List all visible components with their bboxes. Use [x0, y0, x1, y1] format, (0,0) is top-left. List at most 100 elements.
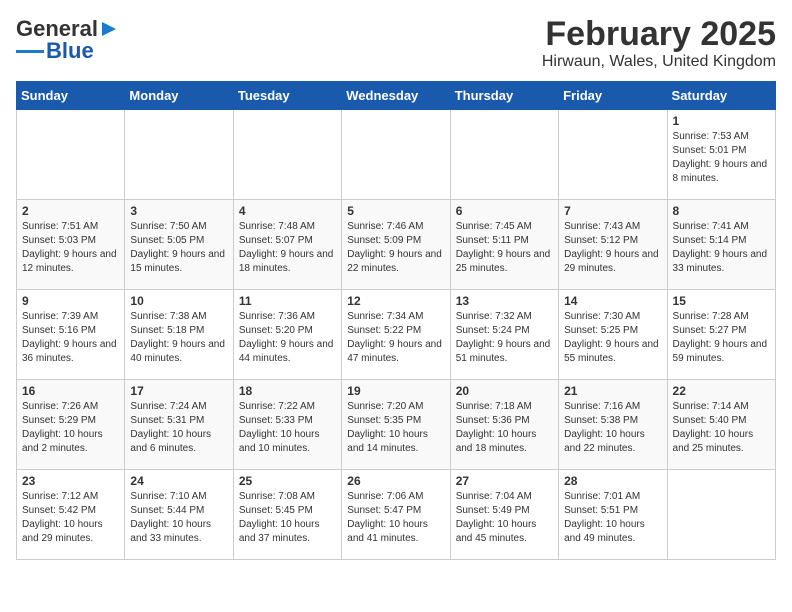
calendar-cell: 20 Sunrise: 7:18 AM Sunset: 5:36 PM Dayli… [450, 380, 558, 470]
day-number: 27 [456, 474, 553, 488]
day-info: Sunrise: 7:22 AM Sunset: 5:33 PM Dayligh… [239, 400, 336, 456]
calendar-cell: 14 Sunrise: 7:30 AM Sunset: 5:25 PM Dayli… [559, 290, 667, 380]
calendar-cell [342, 110, 450, 200]
day-number: 14 [564, 294, 661, 308]
col-wednesday: Wednesday [342, 82, 450, 110]
day-info: Sunrise: 7:53 AM Sunset: 5:01 PM Dayligh… [673, 130, 770, 186]
day-number: 25 [239, 474, 336, 488]
day-number: 21 [564, 384, 661, 398]
calendar-week-4: 16Sunrise: 7:26 AM Sunset: 5:29 PM Dayli… [17, 380, 776, 470]
calendar-cell: 6Sunrise: 7:45 AM Sunset: 5:11 PM Daylig… [450, 200, 558, 290]
day-info: Sunrise: 7:50 AM Sunset: 5:05 PM Dayligh… [130, 220, 227, 276]
day-number: 18 [239, 384, 336, 398]
calendar-cell: 19 Sunrise: 7:20 AM Sunset: 5:35 PM Dayli… [342, 380, 450, 470]
calendar-cell: 7 Sunrise: 7:43 AM Sunset: 5:12 PM Daylig… [559, 200, 667, 290]
calendar-table: Sunday Monday Tuesday Wednesday Thursday… [16, 81, 776, 560]
calendar-cell: 12 Sunrise: 7:34 AM Sunset: 5:22 PM Dayli… [342, 290, 450, 380]
col-sunday: Sunday [17, 82, 125, 110]
day-info: Sunrise: 7:32 AM Sunset: 5:24 PM Dayligh… [456, 310, 553, 366]
day-info: Sunrise: 7:51 AM Sunset: 5:03 PM Dayligh… [22, 220, 119, 276]
calendar-cell: 9Sunrise: 7:39 AM Sunset: 5:16 PM Daylig… [17, 290, 125, 380]
day-number: 11 [239, 294, 336, 308]
calendar-cell: 5 Sunrise: 7:46 AM Sunset: 5:09 PM Daylig… [342, 200, 450, 290]
day-info: Sunrise: 7:18 AM Sunset: 5:36 PM Dayligh… [456, 400, 553, 456]
day-info: Sunrise: 7:36 AM Sunset: 5:20 PM Dayligh… [239, 310, 336, 366]
day-info: Sunrise: 7:12 AM Sunset: 5:42 PM Dayligh… [22, 490, 119, 546]
calendar-week-1: 1 Sunrise: 7:53 AM Sunset: 5:01 PM Daylig… [17, 110, 776, 200]
day-info: Sunrise: 7:46 AM Sunset: 5:09 PM Dayligh… [347, 220, 444, 276]
calendar-cell [559, 110, 667, 200]
day-info: Sunrise: 7:14 AM Sunset: 5:40 PM Dayligh… [673, 400, 770, 456]
calendar-cell: 23 Sunrise: 7:12 AM Sunset: 5:42 PM Dayli… [17, 470, 125, 560]
day-info: Sunrise: 7:41 AM Sunset: 5:14 PM Dayligh… [673, 220, 770, 276]
day-info: Sunrise: 7:48 AM Sunset: 5:07 PM Dayligh… [239, 220, 336, 276]
calendar-cell: 1 Sunrise: 7:53 AM Sunset: 5:01 PM Daylig… [667, 110, 775, 200]
day-number: 28 [564, 474, 661, 488]
day-number: 12 [347, 294, 444, 308]
calendar-week-3: 9Sunrise: 7:39 AM Sunset: 5:16 PM Daylig… [17, 290, 776, 380]
day-number: 24 [130, 474, 227, 488]
col-thursday: Thursday [450, 82, 558, 110]
calendar-cell: 2 Sunrise: 7:51 AM Sunset: 5:03 PM Daylig… [17, 200, 125, 290]
day-number: 5 [347, 204, 444, 218]
day-info: Sunrise: 7:16 AM Sunset: 5:38 PM Dayligh… [564, 400, 661, 456]
page-header: General Blue February 2025 Hirwaun, Wale… [16, 16, 776, 71]
day-info: Sunrise: 7:06 AM Sunset: 5:47 PM Dayligh… [347, 490, 444, 546]
calendar-cell: 15Sunrise: 7:28 AM Sunset: 5:27 PM Dayli… [667, 290, 775, 380]
calendar-cell [233, 110, 341, 200]
calendar-cell [17, 110, 125, 200]
day-info: Sunrise: 7:43 AM Sunset: 5:12 PM Dayligh… [564, 220, 661, 276]
calendar-title: February 2025 [542, 16, 776, 53]
day-info: Sunrise: 7:20 AM Sunset: 5:35 PM Dayligh… [347, 400, 444, 456]
calendar-cell: 11 Sunrise: 7:36 AM Sunset: 5:20 PM Dayli… [233, 290, 341, 380]
day-number: 20 [456, 384, 553, 398]
calendar-header: Sunday Monday Tuesday Wednesday Thursday… [17, 82, 776, 110]
day-number: 26 [347, 474, 444, 488]
day-number: 23 [22, 474, 119, 488]
calendar-title-block: February 2025 Hirwaun, Wales, United Kin… [542, 16, 776, 71]
col-saturday: Saturday [667, 82, 775, 110]
logo-blue-text: Blue [46, 38, 94, 64]
calendar-week-2: 2 Sunrise: 7:51 AM Sunset: 5:03 PM Daylig… [17, 200, 776, 290]
calendar-cell: 10 Sunrise: 7:38 AM Sunset: 5:18 PM Dayli… [125, 290, 233, 380]
day-number: 10 [130, 294, 227, 308]
day-info: Sunrise: 7:30 AM Sunset: 5:25 PM Dayligh… [564, 310, 661, 366]
col-friday: Friday [559, 82, 667, 110]
calendar-cell: 4 Sunrise: 7:48 AM Sunset: 5:07 PM Daylig… [233, 200, 341, 290]
day-info: Sunrise: 7:08 AM Sunset: 5:45 PM Dayligh… [239, 490, 336, 546]
day-number: 13 [456, 294, 553, 308]
col-monday: Monday [125, 82, 233, 110]
day-number: 19 [347, 384, 444, 398]
day-info: Sunrise: 7:24 AM Sunset: 5:31 PM Dayligh… [130, 400, 227, 456]
calendar-cell: 13 Sunrise: 7:32 AM Sunset: 5:24 PM Dayli… [450, 290, 558, 380]
day-info: Sunrise: 7:10 AM Sunset: 5:44 PM Dayligh… [130, 490, 227, 546]
header-row: Sunday Monday Tuesday Wednesday Thursday… [17, 82, 776, 110]
calendar-cell: 18 Sunrise: 7:22 AM Sunset: 5:33 PM Dayli… [233, 380, 341, 470]
calendar-cell: 25 Sunrise: 7:08 AM Sunset: 5:45 PM Dayli… [233, 470, 341, 560]
day-info: Sunrise: 7:34 AM Sunset: 5:22 PM Dayligh… [347, 310, 444, 366]
calendar-cell [450, 110, 558, 200]
calendar-week-5: 23 Sunrise: 7:12 AM Sunset: 5:42 PM Dayli… [17, 470, 776, 560]
calendar-cell: 16Sunrise: 7:26 AM Sunset: 5:29 PM Dayli… [17, 380, 125, 470]
col-tuesday: Tuesday [233, 82, 341, 110]
day-info: Sunrise: 7:45 AM Sunset: 5:11 PM Dayligh… [456, 220, 553, 276]
logo: General Blue [16, 16, 120, 64]
calendar-cell [125, 110, 233, 200]
calendar-cell [667, 470, 775, 560]
calendar-cell: 21 Sunrise: 7:16 AM Sunset: 5:38 PM Dayli… [559, 380, 667, 470]
day-number: 17 [130, 384, 227, 398]
logo-arrow-icon [98, 18, 120, 40]
day-info: Sunrise: 7:28 AM Sunset: 5:27 PM Dayligh… [673, 310, 770, 366]
calendar-body: 1 Sunrise: 7:53 AM Sunset: 5:01 PM Daylig… [17, 110, 776, 560]
day-number: 2 [22, 204, 119, 218]
day-number: 7 [564, 204, 661, 218]
day-number: 1 [673, 114, 770, 128]
day-number: 4 [239, 204, 336, 218]
day-info: Sunrise: 7:39 AM Sunset: 5:16 PM Dayligh… [22, 310, 119, 366]
calendar-cell: 26 Sunrise: 7:06 AM Sunset: 5:47 PM Dayli… [342, 470, 450, 560]
calendar-subtitle: Hirwaun, Wales, United Kingdom [542, 53, 776, 71]
day-info: Sunrise: 7:38 AM Sunset: 5:18 PM Dayligh… [130, 310, 227, 366]
day-number: 22 [673, 384, 770, 398]
calendar-cell: 27Sunrise: 7:04 AM Sunset: 5:49 PM Dayli… [450, 470, 558, 560]
day-info: Sunrise: 7:26 AM Sunset: 5:29 PM Dayligh… [22, 400, 119, 456]
